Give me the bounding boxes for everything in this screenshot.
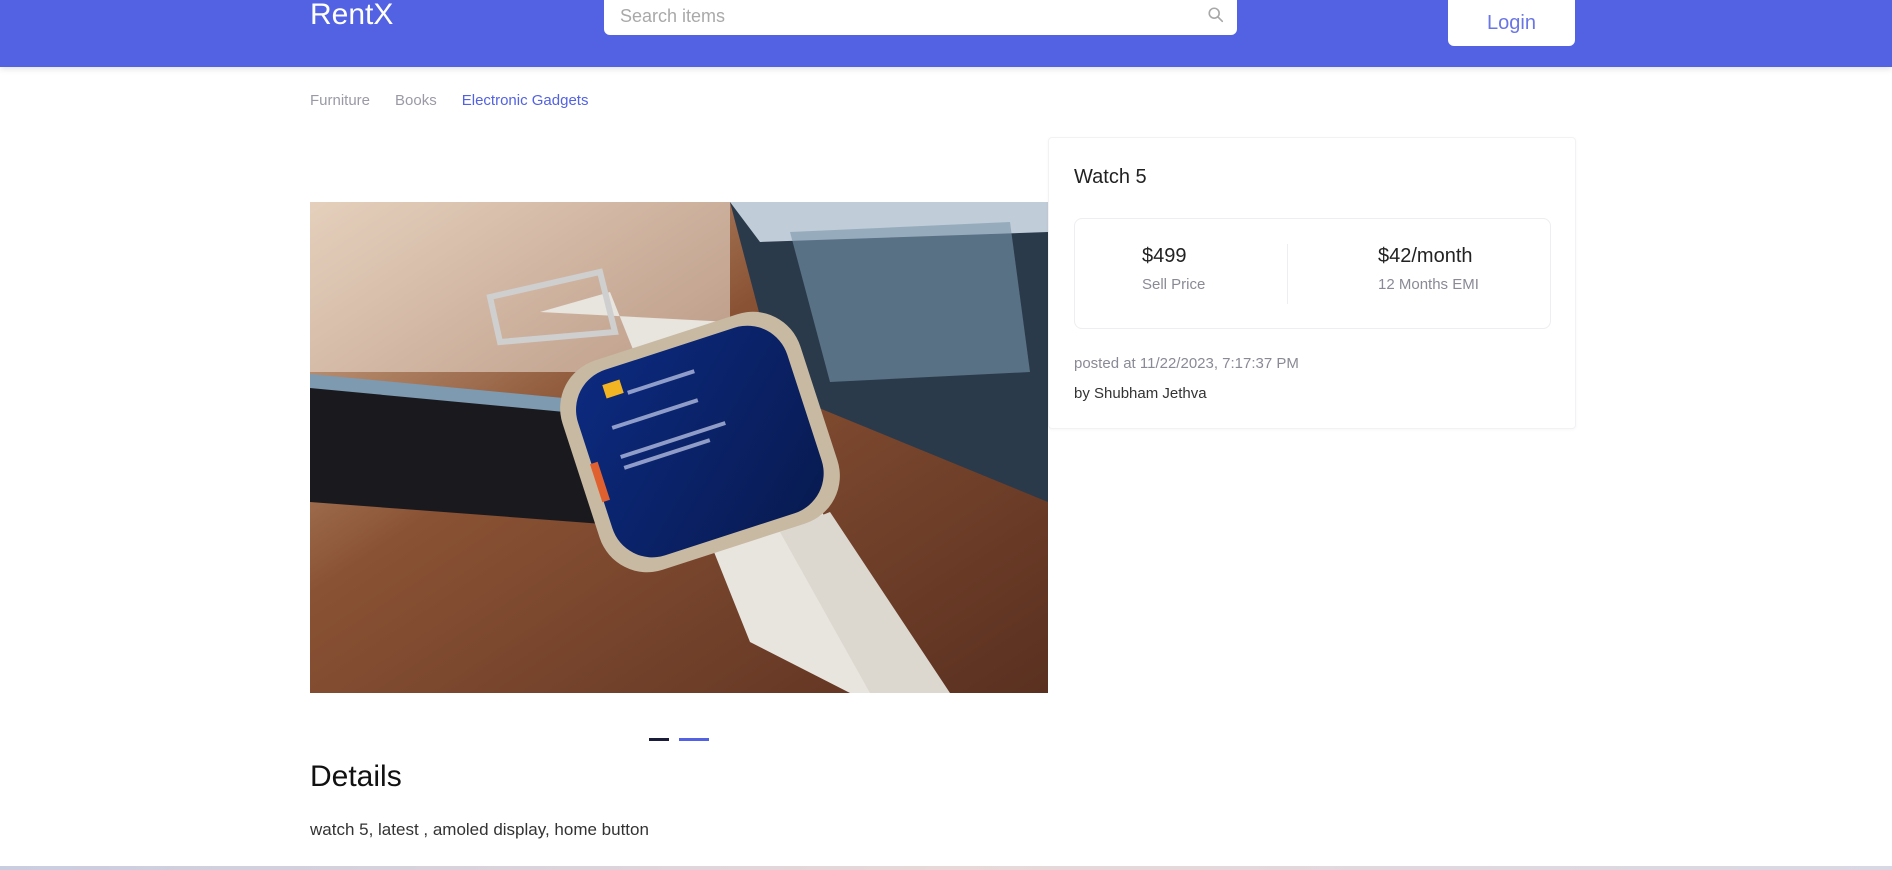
top-navbar: RentX Login: [0, 0, 1892, 67]
page-bottom-edge: [0, 866, 1892, 870]
search-icon[interactable]: [1207, 6, 1225, 24]
carousel-indicators: [649, 738, 709, 741]
price-divider: [1287, 244, 1288, 304]
sell-price-box: $499 Sell Price: [1142, 245, 1205, 293]
carousel-dot-1[interactable]: [649, 738, 669, 741]
product-title: Watch 5: [1074, 166, 1147, 188]
emi-label: 12 Months EMI: [1378, 276, 1479, 293]
posted-timestamp: posted at 11/22/2023, 7:17:37 PM: [1074, 355, 1299, 372]
product-image[interactable]: [310, 202, 1048, 693]
sell-price-label: Sell Price: [1142, 276, 1206, 293]
category-books[interactable]: Books: [395, 92, 437, 109]
watch-photo-illustration: [310, 202, 1048, 693]
emi-value: $42/month: [1378, 245, 1473, 267]
details-heading: Details: [310, 760, 402, 793]
sell-price-value: $499: [1142, 245, 1187, 267]
search-input[interactable]: [604, 0, 1184, 33]
category-electronic-gadgets[interactable]: Electronic Gadgets: [462, 92, 589, 109]
emi-box: $42/month 12 Months EMI: [1378, 245, 1479, 293]
carousel-dot-2[interactable]: [679, 738, 709, 741]
product-info-card: Watch 5 $499 Sell Price $42/month 12 Mon…: [1048, 137, 1576, 429]
category-nav: Furniture Books Electronic Gadgets: [310, 92, 588, 109]
brand-logo[interactable]: RentX: [310, 0, 393, 32]
search-bar: [604, 0, 1237, 35]
category-furniture[interactable]: Furniture: [310, 92, 370, 109]
seller-name: by Shubham Jethva: [1074, 385, 1207, 402]
details-text: watch 5, latest , amoled display, home b…: [310, 820, 649, 839]
login-button[interactable]: Login: [1448, 0, 1575, 46]
price-panel: $499 Sell Price $42/month 12 Months EMI: [1074, 218, 1551, 329]
